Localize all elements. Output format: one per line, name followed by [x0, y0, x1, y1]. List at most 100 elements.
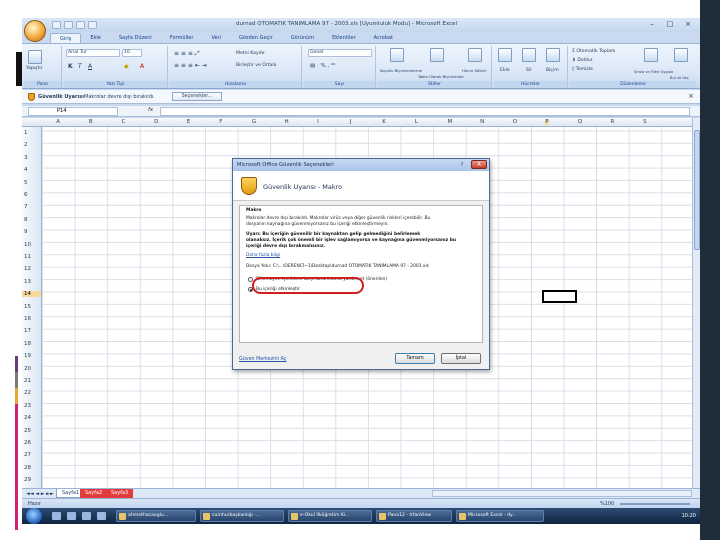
- underline-icon[interactable]: A: [88, 63, 92, 70]
- zoom-slider[interactable]: [620, 503, 690, 505]
- row-header[interactable]: 24: [24, 415, 31, 421]
- align-icons-bottom[interactable]: ≡ ≡ ≡ ⇤ ⇥: [174, 62, 207, 69]
- wrap-text-button[interactable]: Metni Kaydır: [236, 51, 265, 56]
- column-header[interactable]: A: [56, 119, 60, 125]
- start-button[interactable]: [26, 508, 42, 524]
- media-icon[interactable]: [97, 512, 106, 520]
- column-header[interactable]: N: [480, 119, 484, 125]
- row-header[interactable]: 8: [24, 217, 28, 223]
- explorer-icon[interactable]: [67, 512, 76, 520]
- column-header[interactable]: J: [350, 119, 352, 125]
- column-header[interactable]: F: [219, 119, 222, 125]
- vertical-scrollbar[interactable]: [692, 118, 700, 488]
- tab-insert[interactable]: Ekle: [81, 33, 110, 43]
- column-header[interactable]: I: [317, 119, 319, 125]
- row-header[interactable]: 6: [24, 192, 28, 198]
- row-header[interactable]: 11: [24, 254, 31, 260]
- row-header[interactable]: 5: [24, 180, 28, 186]
- row-header[interactable]: 4: [24, 167, 28, 173]
- help-icon[interactable]: ?: [457, 161, 467, 169]
- clear-button[interactable]: ◊ Temizle: [572, 67, 593, 72]
- horizontal-scrollbar[interactable]: [432, 490, 692, 497]
- row-header[interactable]: 22: [24, 390, 31, 396]
- office-button[interactable]: [24, 20, 46, 42]
- maximize-button[interactable]: □: [662, 19, 678, 29]
- taskbar-item-3[interactable]: e-Okul İlköğretim Ki...: [288, 510, 372, 522]
- row-header[interactable]: 2: [24, 142, 28, 148]
- column-header[interactable]: K: [382, 119, 386, 125]
- formula-input[interactable]: [160, 107, 690, 116]
- tab-acrobat[interactable]: Acrobat: [365, 33, 402, 43]
- tab-formulas[interactable]: Formüller: [161, 33, 203, 43]
- row-header[interactable]: 1: [24, 130, 28, 136]
- row-header[interactable]: 19: [24, 353, 31, 359]
- paste-icon[interactable]: [28, 50, 42, 64]
- tab-review[interactable]: Gözden Geçir: [230, 33, 282, 43]
- cell-styles-icon[interactable]: [468, 48, 482, 62]
- zoom-level[interactable]: %100: [600, 501, 614, 507]
- column-header[interactable]: E: [187, 119, 190, 125]
- browser-icon[interactable]: [82, 512, 91, 520]
- row-header[interactable]: 14: [22, 291, 41, 298]
- row-header[interactable]: 29: [24, 477, 31, 483]
- tab-page-layout[interactable]: Sayfa Düzeni: [110, 33, 161, 43]
- row-header[interactable]: 28: [24, 465, 31, 471]
- column-header[interactable]: H: [285, 119, 289, 125]
- find-select-icon[interactable]: [674, 48, 688, 62]
- minimize-button[interactable]: –: [644, 19, 660, 29]
- conditional-format-icon[interactable]: [390, 48, 404, 62]
- name-box[interactable]: P14: [28, 107, 118, 116]
- row-header[interactable]: 7: [24, 204, 28, 210]
- column-header[interactable]: P: [545, 119, 549, 125]
- taskbar-item-2[interactable]: cumhurbaşkanlığı -...: [200, 510, 284, 522]
- column-header[interactable]: D: [154, 119, 158, 125]
- row-header[interactable]: 3: [24, 155, 28, 161]
- row-header[interactable]: 26: [24, 440, 31, 446]
- row-header[interactable]: 10: [24, 242, 31, 248]
- column-header[interactable]: S: [643, 119, 647, 125]
- sheet-tab-2[interactable]: Sayfa2: [80, 489, 108, 498]
- column-header[interactable]: O: [513, 119, 517, 125]
- font-color-icon[interactable]: A: [140, 63, 144, 70]
- fill-button[interactable]: ⬇ Doldur: [572, 58, 593, 63]
- merge-center-button[interactable]: Birleştir ve Ortala: [236, 63, 276, 68]
- format-cells-icon[interactable]: [546, 48, 560, 62]
- close-icon[interactable]: X: [471, 160, 487, 169]
- column-header[interactable]: M: [448, 119, 453, 125]
- row-header[interactable]: 25: [24, 428, 31, 434]
- tab-data[interactable]: Veri: [202, 33, 230, 43]
- taskbar-item-4[interactable]: Pano12 - IrfanView: [376, 510, 452, 522]
- security-options-button[interactable]: Seçenekler...: [172, 92, 222, 101]
- sheet-nav-icons[interactable]: ◄◄ ◄ ► ►►: [26, 491, 54, 497]
- save-icon[interactable]: [52, 21, 61, 29]
- fill-color-icon[interactable]: ◆: [124, 63, 129, 70]
- column-header[interactable]: G: [252, 119, 256, 125]
- column-header[interactable]: B: [89, 119, 93, 125]
- column-header[interactable]: R: [611, 119, 615, 125]
- column-header[interactable]: L: [415, 119, 418, 125]
- taskbar-item-1[interactable]: ahmethocaoglu...: [116, 510, 196, 522]
- tab-view[interactable]: Görünüm: [282, 33, 323, 43]
- number-format-icons[interactable]: ▤ · % , ⁰⁰: [310, 63, 335, 69]
- selected-cell-P14[interactable]: [542, 290, 577, 303]
- sort-filter-icon[interactable]: [644, 48, 658, 62]
- tab-home[interactable]: Giriş: [50, 33, 82, 43]
- row-header[interactable]: 18: [24, 341, 31, 347]
- italic-icon[interactable]: T: [78, 63, 82, 70]
- show-desktop-icon[interactable]: [52, 512, 61, 520]
- column-header[interactable]: Q: [578, 119, 582, 125]
- column-header[interactable]: C: [122, 119, 126, 125]
- row-header[interactable]: 12: [24, 266, 31, 272]
- undo-icon[interactable]: [64, 21, 73, 29]
- row-header[interactable]: 23: [24, 403, 31, 409]
- row-header[interactable]: 20: [24, 366, 31, 372]
- row-header[interactable]: 17: [24, 328, 31, 334]
- trust-center-link[interactable]: Güven Merkezini Aç: [239, 357, 286, 362]
- taskbar-item-5[interactable]: Microsoft Excel - dy...: [456, 510, 544, 522]
- row-header[interactable]: 13: [24, 279, 31, 285]
- sheet-tab-3[interactable]: Sayfa3: [106, 489, 134, 498]
- row-header[interactable]: 27: [24, 452, 31, 458]
- cancel-button[interactable]: İptal: [441, 353, 481, 364]
- more-info-link[interactable]: Daha fazla bilgi: [246, 253, 280, 258]
- autosum-button[interactable]: Σ Otomatik Toplam: [572, 49, 615, 54]
